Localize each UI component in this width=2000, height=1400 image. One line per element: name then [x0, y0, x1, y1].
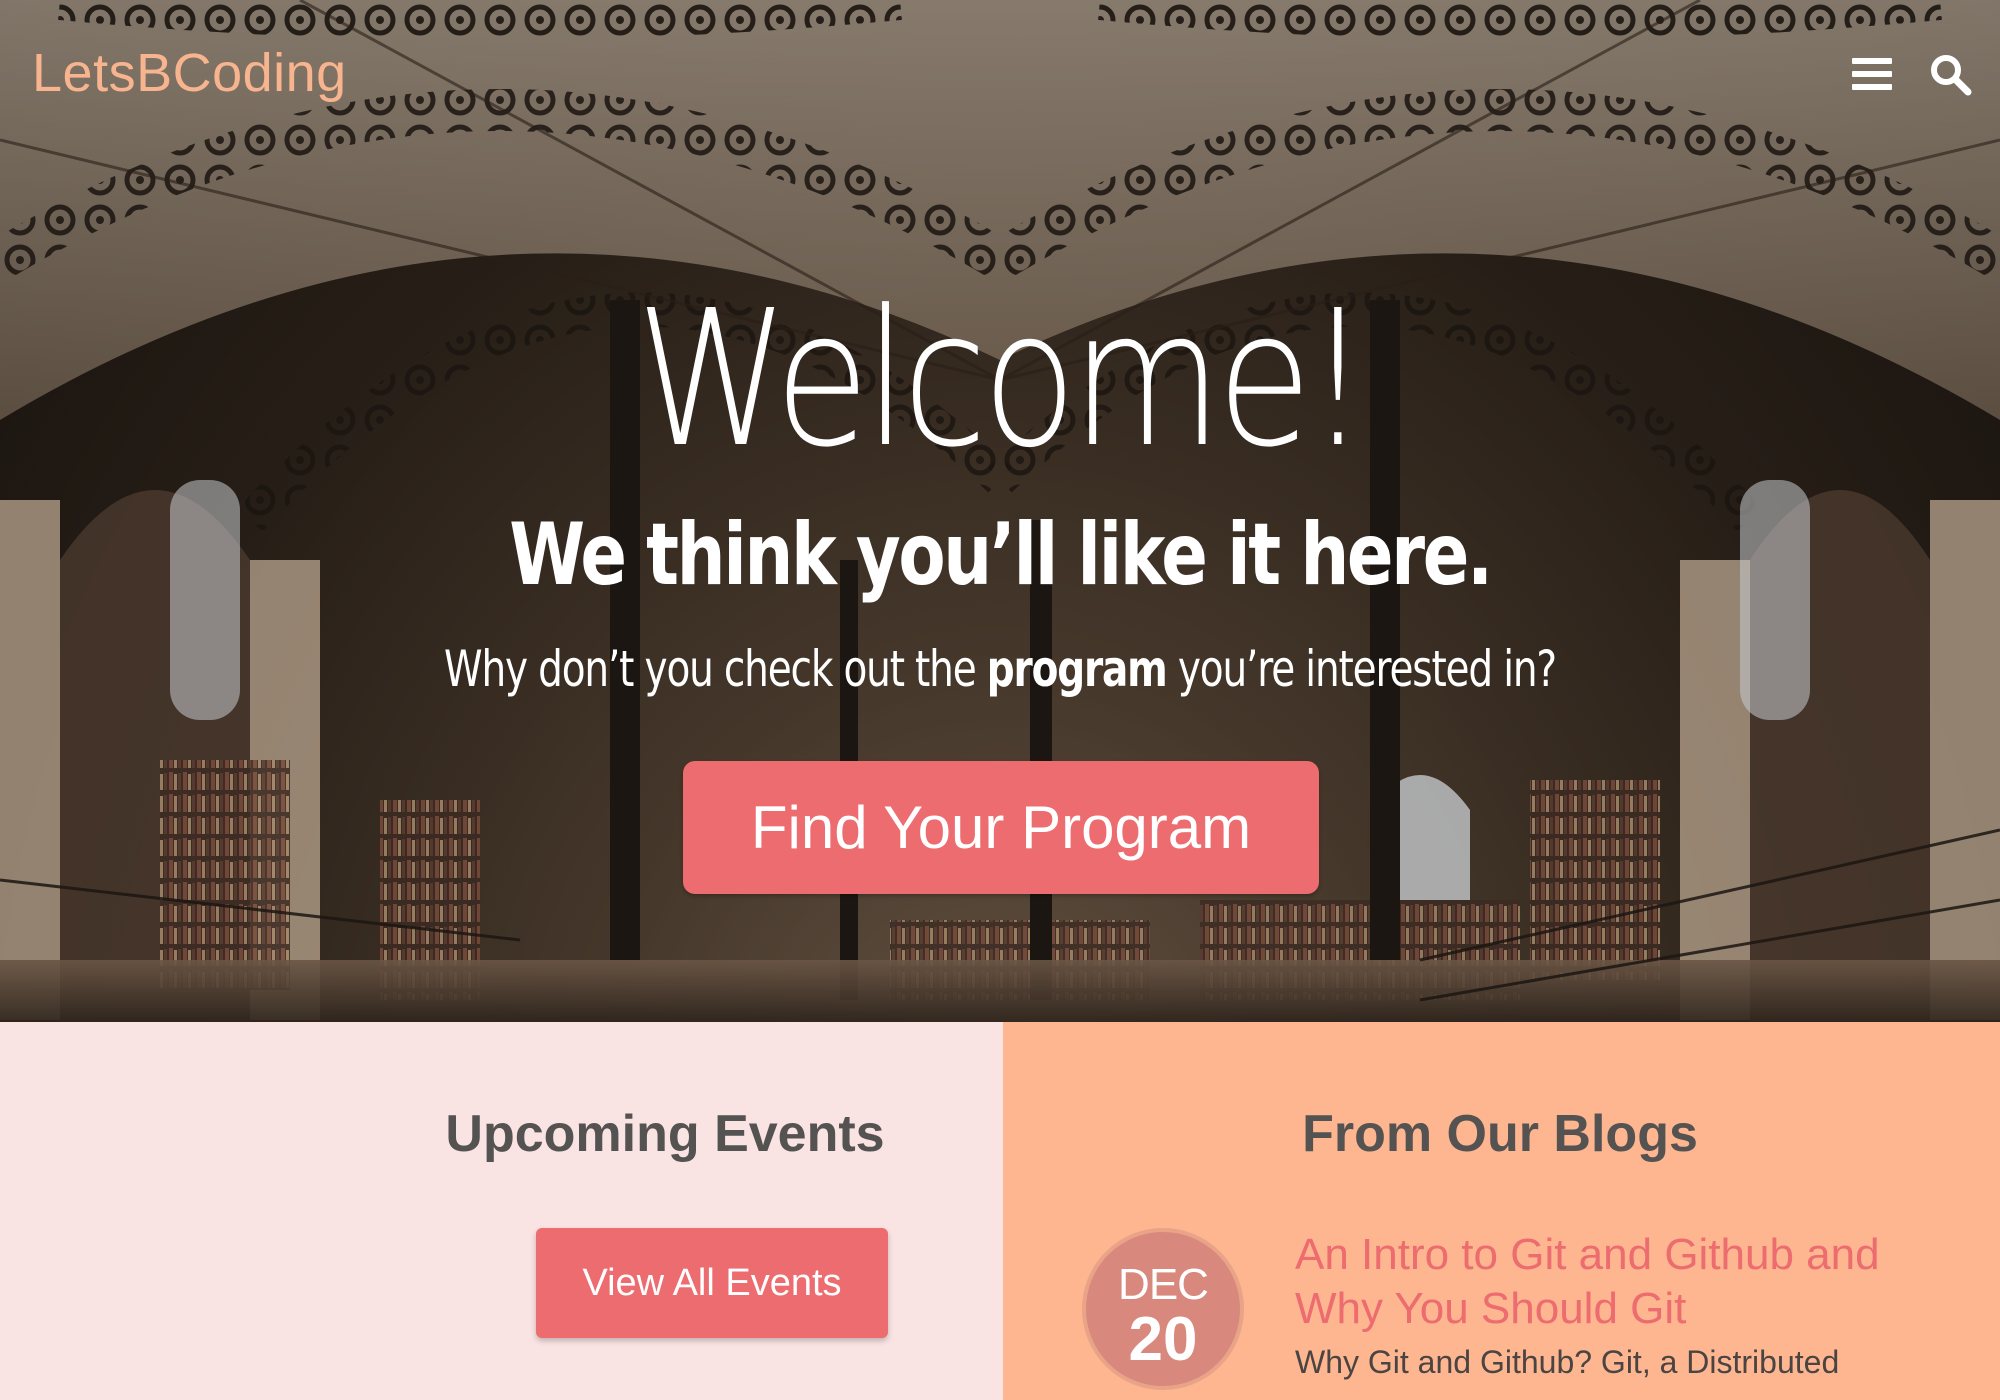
post-date-day: 20 — [1128, 1305, 1198, 1374]
hero-tagline: We think you’ll like it here. — [509, 505, 1493, 605]
hero-subtitle-emphasis: program — [986, 640, 1168, 698]
post-date-badge: DEC 20 — [1082, 1228, 1244, 1390]
blog-post-title-link[interactable]: An Intro to Git and Github and Why You S… — [1295, 1228, 1915, 1336]
blog-post-excerpt: Why Git and Github? Git, a Distributed — [1295, 1344, 1840, 1380]
find-your-program-button[interactable]: Find Your Program — [683, 761, 1319, 894]
view-all-events-button[interactable]: View All Events — [536, 1228, 888, 1338]
upcoming-events-heading: Upcoming Events — [445, 1105, 885, 1163]
hero-title: Welcome! — [636, 270, 1369, 489]
hero-subtitle: Why don’t you check out the program you’… — [220, 640, 1780, 698]
post-date-month: DEC — [1118, 1260, 1209, 1309]
upcoming-events-panel — [0, 1022, 1003, 1400]
hero-subtitle-start: Why don’t you check out the — [444, 640, 987, 698]
hero-content: Welcome! We think you’ll like it here. W… — [0, 0, 2000, 1022]
hero-section: LetsBCoding Welcome! We think you’ll lik… — [0, 0, 2000, 1022]
hero-subtitle-end: you’re interested in? — [1166, 640, 1557, 698]
blogs-heading: From Our Blogs — [1302, 1105, 1698, 1163]
